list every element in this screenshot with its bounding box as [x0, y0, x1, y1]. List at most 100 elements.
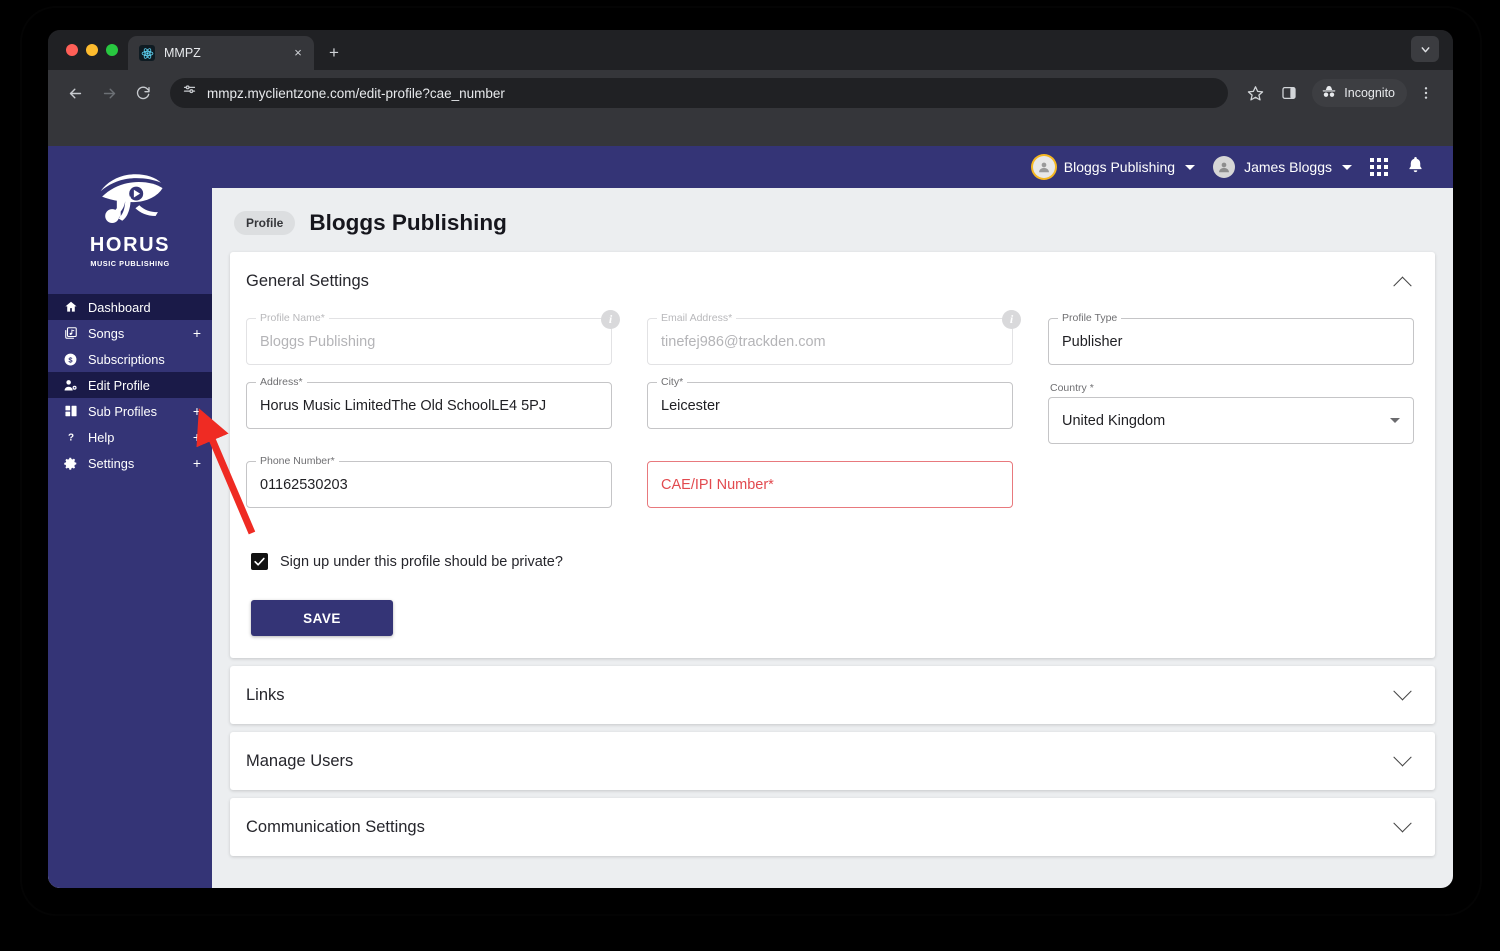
form-row-3-spacer [1048, 461, 1414, 508]
eye-of-horus-icon [100, 174, 163, 224]
address-field[interactable]: Address* Horus Music LimitedThe Old Scho… [246, 376, 612, 444]
chrome-menu-icon[interactable] [1411, 78, 1441, 108]
manage-users-panel-title: Manage Users [246, 751, 354, 770]
links-panel[interactable]: Links [230, 666, 1435, 724]
email-address-field[interactable]: Email Address* tinefej986@trackden.com i [647, 310, 1021, 365]
sidebar-expand-plus[interactable]: + [193, 404, 201, 418]
web-page-viewport: HORUS MUSIC PUBLISHING Dashboard Songs + [48, 146, 1453, 888]
site-settings-icon[interactable] [182, 83, 197, 103]
notifications-bell-icon[interactable] [1406, 155, 1425, 179]
info-icon[interactable]: i [1002, 310, 1021, 329]
chevron-down-icon [1342, 164, 1352, 170]
save-button[interactable]: SAVE [251, 600, 393, 636]
sidebar-item-dashboard[interactable]: Dashboard [48, 294, 212, 320]
user-avatar [1213, 156, 1236, 178]
bookmarks-bar [48, 116, 1453, 146]
new-tab-button[interactable]: + [320, 39, 348, 67]
phone-number-field[interactable]: Phone Number* 01162530203 [246, 455, 612, 508]
org-avatar [1032, 156, 1055, 178]
org-switcher[interactable]: Bloggs Publishing [1032, 156, 1196, 178]
general-settings-header[interactable]: General Settings [230, 252, 1435, 310]
reload-icon[interactable] [128, 78, 158, 108]
profile-name-label: Profile Name* [256, 312, 329, 324]
sidebar-item-sub-profiles[interactable]: Sub Profiles + [48, 398, 212, 424]
page-title: Bloggs Publishing [309, 210, 507, 235]
logo-tagline: MUSIC PUBLISHING [90, 259, 170, 268]
sidebar-item-subscriptions[interactable]: $ Subscriptions [48, 346, 212, 372]
general-settings-panel: General Settings Profile Name* Bloggs Pu… [230, 252, 1435, 658]
phone-number-label: Phone Number* [256, 455, 339, 467]
sidebar-item-settings[interactable]: Settings + [48, 450, 212, 476]
chevron-down-icon[interactable] [1393, 813, 1412, 832]
close-window-button[interactable] [66, 44, 78, 56]
page-content: Profile Bloggs Publishing General Settin… [212, 188, 1453, 888]
back-icon[interactable] [60, 78, 90, 108]
cae-ipi-number-field[interactable]: CAE/IPI Number* [647, 461, 1013, 508]
page-header: Profile Bloggs Publishing [230, 188, 1435, 252]
city-label: City* [657, 376, 688, 388]
profile-name-field[interactable]: Profile Name* Bloggs Publishing i [246, 310, 620, 365]
browser-toolbar: mmpz.myclientzone.com/edit-profile?cae_n… [48, 70, 1453, 116]
sidebar-item-label: Songs [88, 325, 125, 341]
manage-users-panel[interactable]: Manage Users [230, 732, 1435, 790]
phone-number-value: 01162530203 [260, 476, 348, 493]
address-value: Horus Music LimitedThe Old SchoolLE4 5PJ [260, 397, 547, 414]
sidebar-expand-plus[interactable]: + [193, 430, 201, 444]
side-panel-icon[interactable] [1274, 78, 1304, 108]
user-name: James Bloggs [1244, 159, 1332, 175]
city-field[interactable]: City* Leicester [647, 376, 1013, 444]
user-menu[interactable]: James Bloggs [1213, 156, 1352, 178]
maximize-window-button[interactable] [106, 44, 118, 56]
country-field[interactable]: Country * United Kingdom [1048, 382, 1414, 444]
url-text: mmpz.myclientzone.com/edit-profile?cae_n… [207, 85, 505, 101]
tab-search-chevron-down-icon[interactable] [1411, 36, 1439, 62]
sidebar-expand-plus[interactable]: + [193, 456, 201, 470]
chevron-down-icon [1185, 164, 1196, 170]
country-label: Country * [1050, 382, 1094, 394]
incognito-indicator[interactable]: Incognito [1312, 79, 1407, 107]
svg-text:?: ? [67, 433, 73, 444]
info-icon[interactable]: i [601, 310, 620, 329]
sidebar-item-edit-profile[interactable]: Edit Profile [48, 372, 212, 398]
gear-icon [62, 455, 79, 472]
private-profile-checkbox-row[interactable]: Sign up under this profile should be pri… [251, 553, 1419, 570]
chevron-down-icon[interactable] [1393, 747, 1412, 766]
app-sidebar: HORUS MUSIC PUBLISHING Dashboard Songs + [48, 146, 212, 888]
sidebar-item-label: Settings [88, 455, 135, 471]
browser-tab-strip: MMPZ × + [48, 30, 1453, 70]
user-edit-icon [62, 377, 79, 394]
sidebar-item-help[interactable]: ? Help + [48, 424, 212, 450]
sidebar-item-label: Edit Profile [88, 377, 150, 393]
horus-logo[interactable]: HORUS MUSIC PUBLISHING [48, 146, 212, 294]
profile-name-value: Bloggs Publishing [260, 333, 376, 350]
question-icon: ? [62, 429, 79, 446]
bookmark-star-icon[interactable] [1240, 78, 1270, 108]
profile-type-field[interactable]: Profile Type Publisher [1048, 312, 1414, 365]
minimize-window-button[interactable] [86, 44, 98, 56]
app-top-bar: Bloggs Publishing James Bloggs [212, 146, 1453, 188]
sidebar-item-label: Help [88, 429, 115, 445]
org-name: Bloggs Publishing [1063, 159, 1176, 175]
home-icon [62, 299, 79, 316]
chevron-down-icon[interactable] [1390, 418, 1400, 423]
chevron-down-icon[interactable] [1393, 681, 1412, 700]
chevron-up-icon[interactable] [1393, 276, 1412, 295]
sidebar-item-songs[interactable]: Songs + [48, 320, 212, 346]
form-row-2: Address* Horus Music LimitedThe Old Scho… [246, 376, 1419, 444]
browser-tab[interactable]: MMPZ × [128, 36, 314, 70]
sidebar-expand-plus[interactable]: + [193, 326, 201, 340]
address-bar[interactable]: mmpz.myclientzone.com/edit-profile?cae_n… [170, 78, 1229, 108]
private-profile-checkbox[interactable] [251, 553, 268, 570]
songs-icon [62, 325, 79, 342]
general-settings-body: Profile Name* Bloggs Publishing i Email … [230, 310, 1435, 658]
forward-icon[interactable] [94, 78, 124, 108]
address-label: Address* [256, 376, 307, 388]
country-value: United Kingdom [1062, 412, 1166, 429]
links-panel-title: Links [246, 685, 285, 704]
communication-settings-panel[interactable]: Communication Settings [230, 798, 1435, 856]
profile-type-label: Profile Type [1058, 312, 1122, 324]
logo-wordmark: HORUS [89, 234, 171, 256]
close-tab-icon[interactable]: × [290, 45, 306, 61]
city-value: Leicester [661, 397, 720, 414]
apps-grid-icon[interactable] [1370, 158, 1388, 176]
